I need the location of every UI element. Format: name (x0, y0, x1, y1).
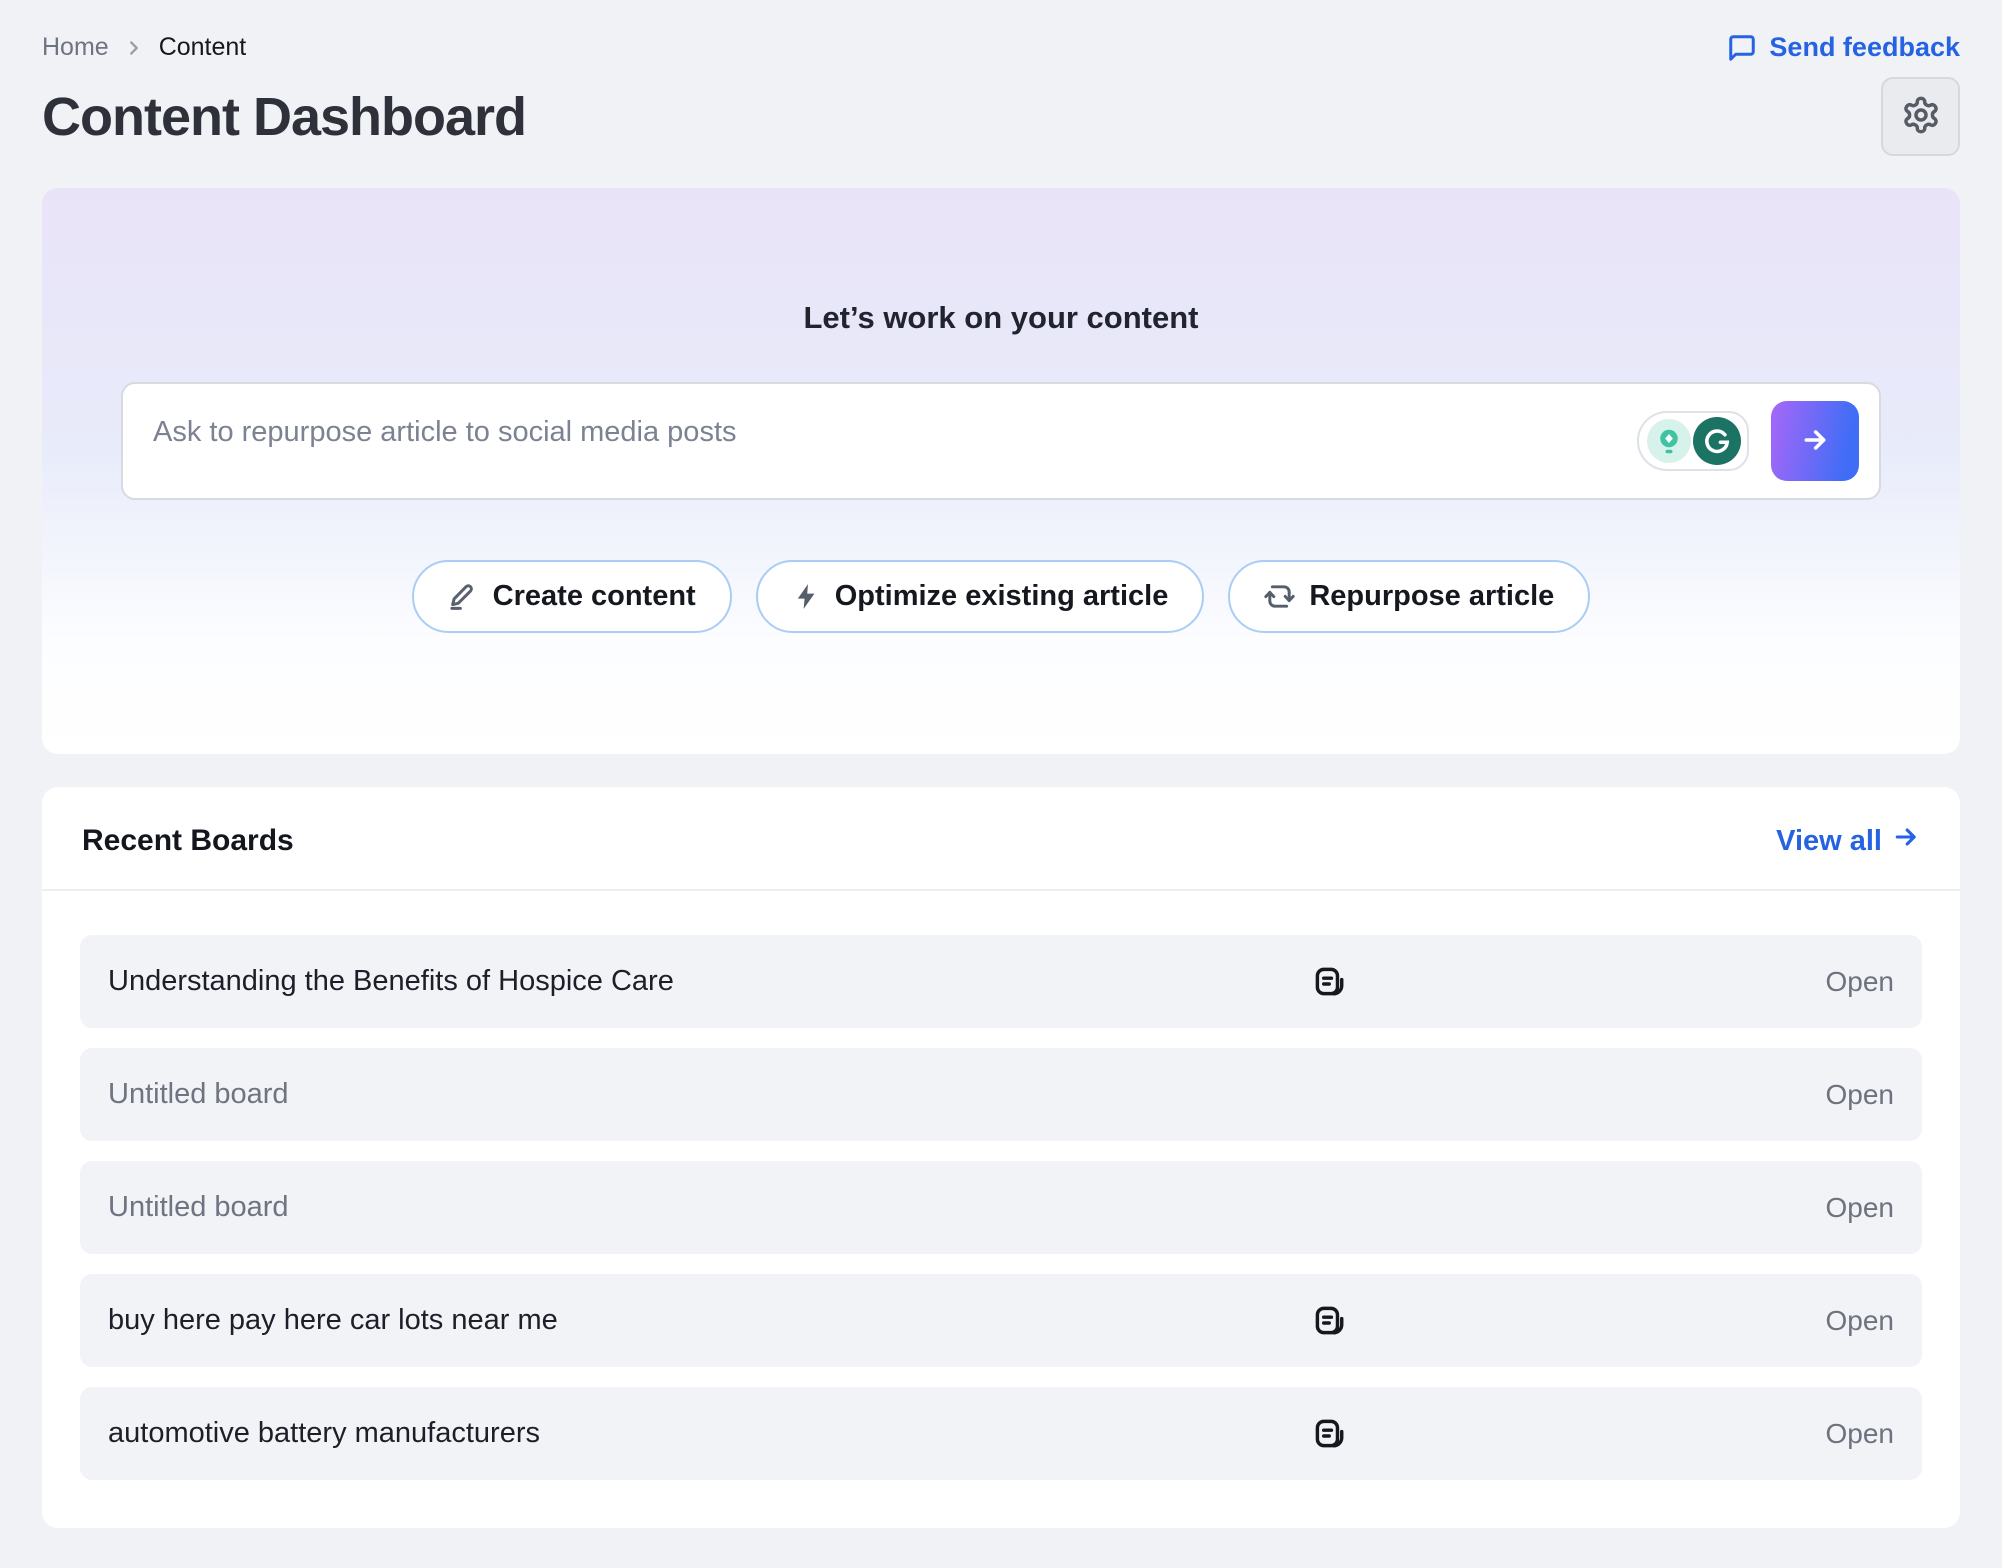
create-content-label: Create content (493, 580, 696, 613)
open-link[interactable]: Open (1350, 1079, 1894, 1111)
repurpose-article-button[interactable]: Repurpose article (1228, 560, 1590, 633)
board-title: automotive battery manufacturers (108, 1417, 1308, 1450)
open-link[interactable]: Open (1350, 1418, 1894, 1450)
arrow-right-icon (1799, 424, 1831, 459)
title-row: Content Dashboard (42, 77, 1960, 156)
grammarly-icon (1693, 417, 1741, 465)
board-title: Understanding the Benefits of Hospice Ca… (108, 965, 1308, 998)
content-dashboard-page: Home Content Send feedback Content Dashb… (0, 0, 2002, 1528)
pencil-icon (448, 581, 479, 612)
recent-boards-title: Recent Boards (82, 824, 294, 858)
breadcrumb-home[interactable]: Home (42, 33, 109, 62)
view-all-link[interactable]: View all (1776, 823, 1920, 859)
breadcrumb: Home Content (42, 33, 246, 62)
gear-icon (1901, 95, 1941, 138)
article-icon (1308, 1304, 1350, 1337)
prompt-input[interactable] (123, 384, 1637, 498)
board-title: buy here pay here car lots near me (108, 1304, 1308, 1337)
optimize-article-button[interactable]: Optimize existing article (756, 560, 1205, 633)
board-row[interactable]: Understanding the Benefits of Hospice Ca… (80, 935, 1922, 1028)
quick-actions: Create content Optimize existing article (412, 560, 1591, 633)
send-feedback-link[interactable]: Send feedback (1727, 32, 1960, 63)
assist-pill[interactable] (1637, 411, 1749, 471)
send-feedback-label: Send feedback (1769, 32, 1960, 63)
board-row[interactable]: buy here pay here car lots near me Open (80, 1274, 1922, 1367)
board-title: Untitled board (108, 1191, 1308, 1224)
repeat-icon (1264, 581, 1295, 612)
open-link[interactable]: Open (1350, 1305, 1894, 1337)
repurpose-article-label: Repurpose article (1309, 580, 1554, 613)
create-content-button[interactable]: Create content (412, 560, 732, 633)
article-icon (1308, 965, 1350, 998)
hero-heading: Let’s work on your content (804, 300, 1199, 336)
lightning-icon (792, 582, 821, 611)
hero-card: Let’s work on your content (42, 188, 1960, 754)
open-link[interactable]: Open (1350, 966, 1894, 998)
message-square-icon (1727, 33, 1757, 63)
lightbulb-icon (1647, 419, 1691, 463)
top-bar: Home Content Send feedback (42, 0, 1960, 63)
submit-button[interactable] (1771, 401, 1859, 481)
board-row[interactable]: Untitled board Open (80, 1048, 1922, 1141)
board-title: Untitled board (108, 1078, 1308, 1111)
arrow-right-icon (1892, 823, 1920, 859)
view-all-label: View all (1776, 825, 1882, 858)
recent-boards-header: Recent Boards View all (42, 787, 1960, 891)
board-row[interactable]: automotive battery manufacturers Open (80, 1387, 1922, 1480)
page-title: Content Dashboard (42, 86, 526, 148)
recent-boards-list: Understanding the Benefits of Hospice Ca… (42, 891, 1960, 1528)
optimize-article-label: Optimize existing article (835, 580, 1169, 613)
open-link[interactable]: Open (1350, 1192, 1894, 1224)
chevron-right-icon (123, 37, 145, 59)
board-row[interactable]: Untitled board Open (80, 1161, 1922, 1254)
recent-boards-card: Recent Boards View all Understanding the… (42, 787, 1960, 1528)
breadcrumb-current: Content (159, 33, 247, 62)
settings-button[interactable] (1881, 77, 1960, 156)
prompt-box (121, 382, 1881, 500)
article-icon (1308, 1417, 1350, 1450)
